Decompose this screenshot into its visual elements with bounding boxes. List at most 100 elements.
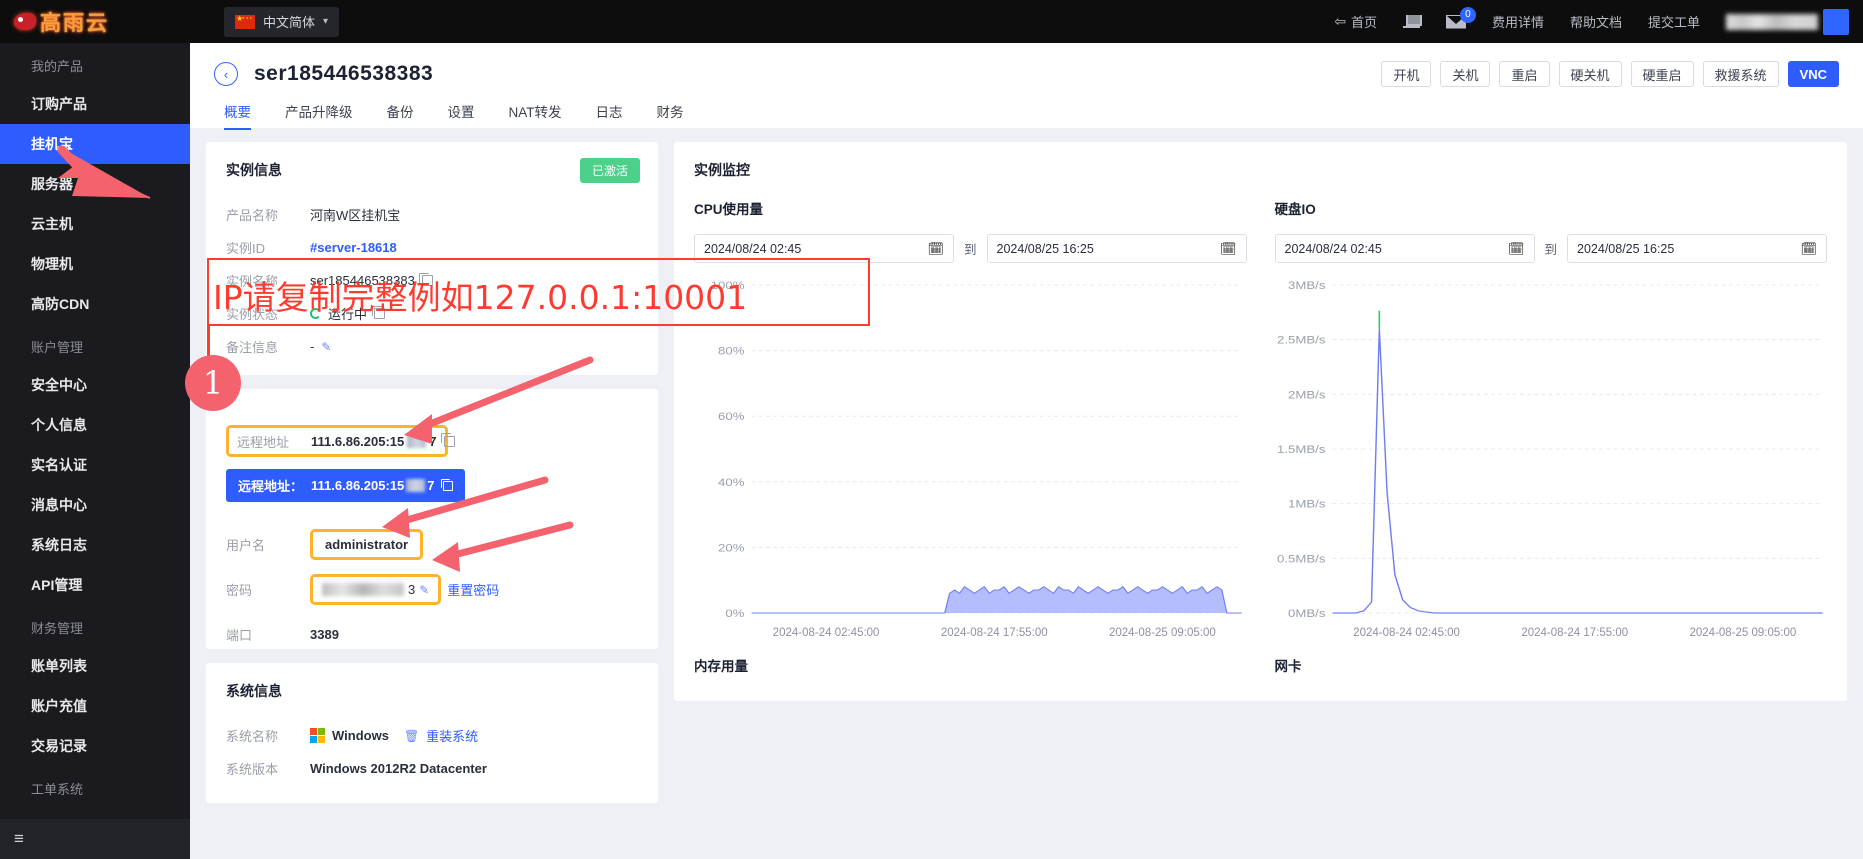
label-username: 用户名 (226, 538, 266, 553)
power-on-button[interactable]: 开机 (1381, 61, 1432, 87)
masked-port-segment (406, 479, 426, 492)
tab-overview[interactable]: 概要 (224, 101, 251, 130)
nav-billing-detail[interactable]: 费用详情 (1492, 12, 1544, 31)
sidebar-item-security-center[interactable]: 安全中心 (0, 365, 190, 405)
tab-nat-forward[interactable]: NAT转发 (509, 101, 562, 130)
sidebar-item-order-product[interactable]: 订购产品 (0, 84, 190, 124)
svg-text:1MB/s: 1MB/s (1288, 498, 1325, 511)
cpu-end-date-input[interactable]: 2024/08/25 16:25 🗓 (986, 234, 1247, 263)
row-instance-name: 实例名称 ser185446538383 (226, 264, 638, 297)
copy-icon[interactable] (441, 433, 455, 447)
row-os-version: 系统版本 Windows 2012R2 Datacenter (226, 752, 638, 785)
restart-button[interactable]: 重启 (1499, 61, 1550, 87)
sidebar-collapse-button[interactable]: ≡ (0, 819, 190, 859)
disk-date-separator: 到 (1544, 243, 1558, 257)
edit-pencil-icon[interactable]: ✎ (419, 583, 429, 597)
sidebar-item-api-management[interactable]: API管理 (0, 565, 190, 605)
copy-icon[interactable] (440, 478, 453, 491)
tab-finance[interactable]: 财务 (657, 101, 684, 130)
tab-backup[interactable]: 备份 (387, 101, 414, 130)
svg-text:20%: 20% (718, 541, 745, 554)
remote-address-row: 远程地址 111.6.86.205:15 7 (226, 425, 455, 457)
sidebar-item-account-recharge[interactable]: 账户充值 (0, 686, 190, 726)
username-masked (1726, 13, 1818, 30)
running-status-icon (310, 308, 321, 319)
nav-help-docs[interactable]: 帮助文档 (1570, 12, 1622, 31)
back-button[interactable]: ‹ (214, 62, 238, 86)
svg-text:2MB/s: 2MB/s (1288, 388, 1325, 401)
sidebar-item-transaction-record[interactable]: 交易记录 (0, 726, 190, 766)
sidebar-item-cdn[interactable]: 高防CDN (0, 284, 190, 324)
shutdown-button[interactable]: 关机 (1440, 61, 1491, 87)
remark-text: - (310, 339, 315, 354)
cpu-xtick-0: 2024-08-24 02:45:00 (772, 627, 880, 639)
row-port: 端口 3389 (226, 618, 638, 651)
nav-cart[interactable] (1402, 14, 1422, 29)
row-password: 密码 3 ✎ 重置密码 (226, 573, 638, 606)
sidebar-item-message-center[interactable]: 消息中心 (0, 485, 190, 525)
hard-restart-button[interactable]: 硬重启 (1630, 61, 1694, 87)
svg-text:1.5MB/s: 1.5MB/s (1277, 443, 1325, 456)
language-selector[interactable]: 中文简体 ▾ (224, 6, 340, 37)
site-logo[interactable]: 高雨云 (0, 0, 190, 43)
tooltip-address-text: 111.6.86.205:15 (311, 478, 405, 493)
main-content: ‹ ser185446538383 开机 关机 重启 硬关机 硬重启 救援系统 … (190, 43, 1863, 859)
user-account[interactable] (1726, 8, 1849, 35)
instance-status-text: 运行中 (328, 307, 368, 322)
nav-submit-ticket[interactable]: 提交工单 (1648, 12, 1700, 31)
avatar (1823, 8, 1849, 35)
value-os-name: Windows 🗑 重装系统 (310, 726, 478, 745)
sidebar-item-bill-list[interactable]: 账单列表 (0, 646, 190, 686)
cpu-xtick-1: 2024-08-24 17:55:00 (940, 627, 1048, 639)
label-instance-id: 实例ID (226, 241, 266, 256)
svg-text:100%: 100% (711, 279, 745, 292)
back-chevron-icon: ‹ (223, 66, 229, 82)
cart-icon (1402, 14, 1422, 29)
sidebar-item-cloud-host[interactable]: 云主机 (0, 204, 190, 244)
memory-chart-title: 内存用量 (694, 659, 748, 674)
masked-port-segment (407, 434, 427, 448)
sidebar-item-realname-auth[interactable]: 实名认证 (0, 445, 190, 485)
sidebar-item-guajibao[interactable]: 挂机宝 (0, 124, 190, 164)
sidebar-item-label: 个人信息 (31, 417, 87, 433)
label-password: 密码 (226, 583, 253, 598)
disk-date-range: 2024/08/24 02:45 🗓 到 2024/08/25 16:25 🗓 (1274, 234, 1828, 263)
sidebar-item-personal-info[interactable]: 个人信息 (0, 405, 190, 445)
reinstall-system-link[interactable]: 重装系统 (426, 726, 478, 745)
nav-messages[interactable]: 0 (1445, 6, 1476, 29)
sidebar-item-label: 挂机宝 (31, 136, 73, 152)
instance-name-text: ser185446538383 (310, 273, 415, 288)
nav-ticket-label: 提交工单 (1647, 15, 1700, 30)
cpu-plot: 0% 20% 40% 60% 80% 100% (694, 277, 1247, 625)
chevron-down-icon: ▾ (323, 16, 329, 27)
disk-start-date-input[interactable]: 2024/08/24 02:45 🗓 (1274, 234, 1535, 263)
svg-text:40%: 40% (718, 476, 745, 489)
disk-end-date-input[interactable]: 2024/08/25 16:25 🗓 (1567, 234, 1828, 263)
hard-shutdown-button[interactable]: 硬关机 (1558, 61, 1622, 87)
rescue-system-button[interactable]: 救援系统 (1702, 61, 1779, 87)
tab-settings[interactable]: 设置 (448, 101, 475, 130)
password-tail: 3 (408, 582, 416, 597)
cpu-date-separator: 到 (964, 243, 977, 257)
cpu-start-date-input[interactable]: 2024/08/24 02:45 🗓 (694, 234, 954, 263)
sidebar-item-system-log[interactable]: 系统日志 (0, 525, 190, 565)
reset-password-link[interactable]: 重置密码 (447, 580, 499, 599)
sidebar-item-physical-machine[interactable]: 物理机 (0, 244, 190, 284)
row-product-name: 产品名称 河南W区挂机宝 (226, 198, 638, 231)
sidebar-item-server[interactable]: 服务器 (0, 164, 190, 204)
monitor-card: 实例监控 CPU使用量 2024/08/24 02:45 🗓 到 2024/08… (674, 142, 1847, 701)
svg-text:0MB/s: 0MB/s (1288, 607, 1325, 620)
value-os-version: Windows 2012R2 Datacenter (310, 761, 487, 776)
charts-row-bottom: 内存用量 网卡 (694, 655, 1827, 691)
nav-home[interactable]: ⇦ 首页 (1334, 12, 1377, 31)
copy-icon[interactable] (419, 272, 433, 286)
tab-logs[interactable]: 日志 (596, 101, 623, 130)
vnc-button[interactable]: VNC (1787, 61, 1839, 87)
tab-upgrade-downgrade[interactable]: 产品升降级 (285, 101, 353, 130)
edit-pencil-icon[interactable]: ✎ (321, 340, 331, 354)
disk-plot: 0MB/s 0.5MB/s 1MB/s 1.5MB/s 2MB/s 2.5MB/s 3MB/… (1275, 277, 1828, 625)
sidebar-item-label: 服务器 (31, 176, 73, 192)
remote-address-text: 111.6.86.205:15 (311, 433, 405, 449)
copy-icon[interactable] (371, 305, 386, 319)
value-instance-id[interactable]: #server-18618 (310, 240, 397, 255)
